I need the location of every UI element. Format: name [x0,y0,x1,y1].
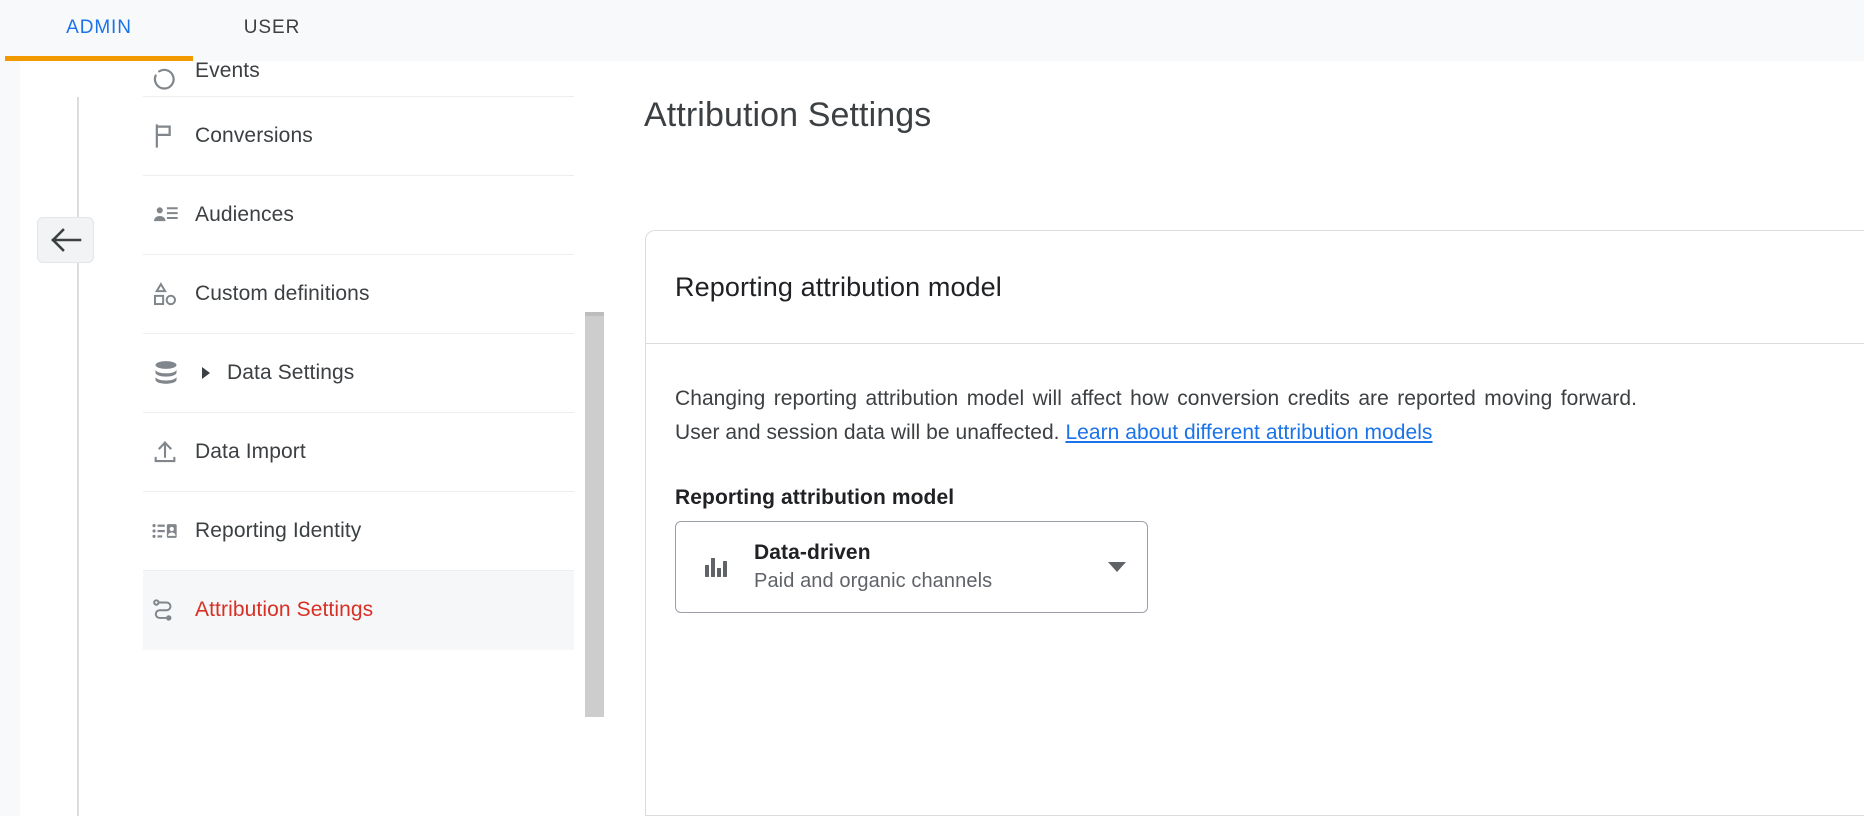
sidebar-item-reporting-identity[interactable]: Reporting Identity [143,492,574,571]
sidebar-item-label: Conversions [195,124,313,147]
sidebar-scrollbar-thumb[interactable] [585,312,604,717]
flag-icon [143,122,195,150]
bar-chart-icon [700,554,738,580]
dropdown-triangle-icon[interactable] [1105,561,1129,573]
chevron-right-icon[interactable] [195,366,217,380]
page-title: Attribution Settings [644,96,932,134]
sidebar-item-attribution-settings[interactable]: Attribution Settings [143,571,574,650]
sidebar-item-label: Custom definitions [195,282,370,305]
top-tab-bar: ADMIN USER [0,0,1864,61]
sidebar-item-label: Reporting Identity [195,519,362,542]
main-content: Attribution Settings Reporting attributi… [604,61,1864,816]
reporting-attribution-model-card: Reporting attribution model Changing rep… [645,230,1864,816]
reporting-attribution-model-select[interactable]: Data-driven Paid and organic channels [675,521,1148,613]
reporting-attribution-model-label: Reporting attribution model [675,486,955,509]
shapes-icon [143,280,195,308]
sidebar-item-label: Data Import [195,440,306,463]
events-icon [143,68,195,96]
sidebar-item-events[interactable]: Events [143,61,574,97]
sidebar-item-audiences[interactable]: Audiences [143,176,574,255]
learn-about-attribution-models-link[interactable]: Learn about different attribution models [1065,421,1432,444]
audiences-icon [143,201,195,229]
sidebar-item-label: Data Settings [227,361,355,384]
sidebar-scrollbar-thumb-cap [585,312,604,316]
card-header: Reporting attribution model [646,231,1864,344]
back-button[interactable] [37,217,94,263]
card-title: Reporting attribution model [675,271,1002,302]
arrow-left-icon [50,227,82,253]
page-body: Events Conversions Audiences Custom defi… [0,61,1864,816]
sidebar-item-label: Audiences [195,203,294,226]
attribution-path-icon [143,596,195,624]
sidebar-item-data-import[interactable]: Data Import [143,413,574,492]
admin-sidebar-nav[interactable]: Events Conversions Audiences Custom defi… [143,61,574,816]
tab-admin[interactable]: ADMIN [5,0,193,56]
select-value-title: Data-driven [754,541,871,564]
card-body: Changing reporting attribution model wil… [646,344,1864,613]
database-icon [143,358,195,388]
sidebar-item-custom-definitions[interactable]: Custom definitions [143,255,574,334]
select-value-subtitle: Paid and organic channels [754,570,993,592]
tab-user[interactable]: USER [193,0,351,56]
sidebar-vertical-divider [77,97,79,816]
tab-admin-label: ADMIN [66,17,132,38]
upload-icon [143,438,195,466]
sidebar-item-data-settings[interactable]: Data Settings [143,334,574,413]
tab-user-label: USER [243,17,301,38]
card-description: Changing reporting attribution model wil… [675,382,1637,450]
sidebar-item-conversions[interactable]: Conversions [143,97,574,176]
sidebar-item-label: Attribution Settings [195,598,374,621]
select-value: Data-driven Paid and organic channels [738,539,1105,595]
left-edge-strip [0,61,20,816]
sidebar-item-label: Events [195,61,260,82]
identity-card-icon [143,517,195,545]
